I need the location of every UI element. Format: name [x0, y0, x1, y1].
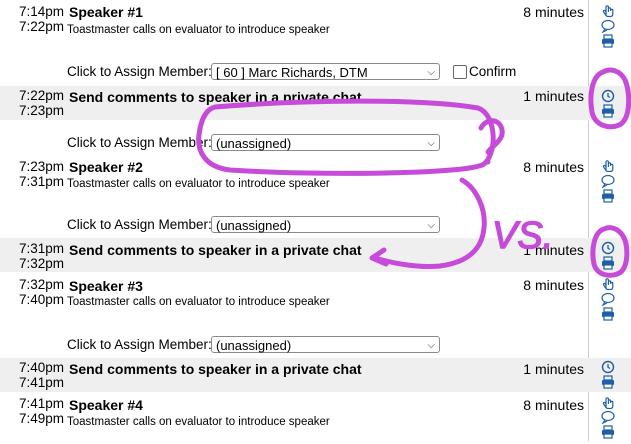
annotation-box-dropdown	[196, 98, 496, 176]
annotation-arrow	[372, 177, 487, 269]
annotation-circle-bottom-icons	[590, 225, 630, 278]
annotation-vs-text: VS.	[492, 215, 553, 257]
annotation-circle-top-icons	[588, 67, 631, 130]
annotation-question-point	[485, 159, 491, 165]
hand-drawn-annotation: VS. ?	[196, 67, 631, 278]
